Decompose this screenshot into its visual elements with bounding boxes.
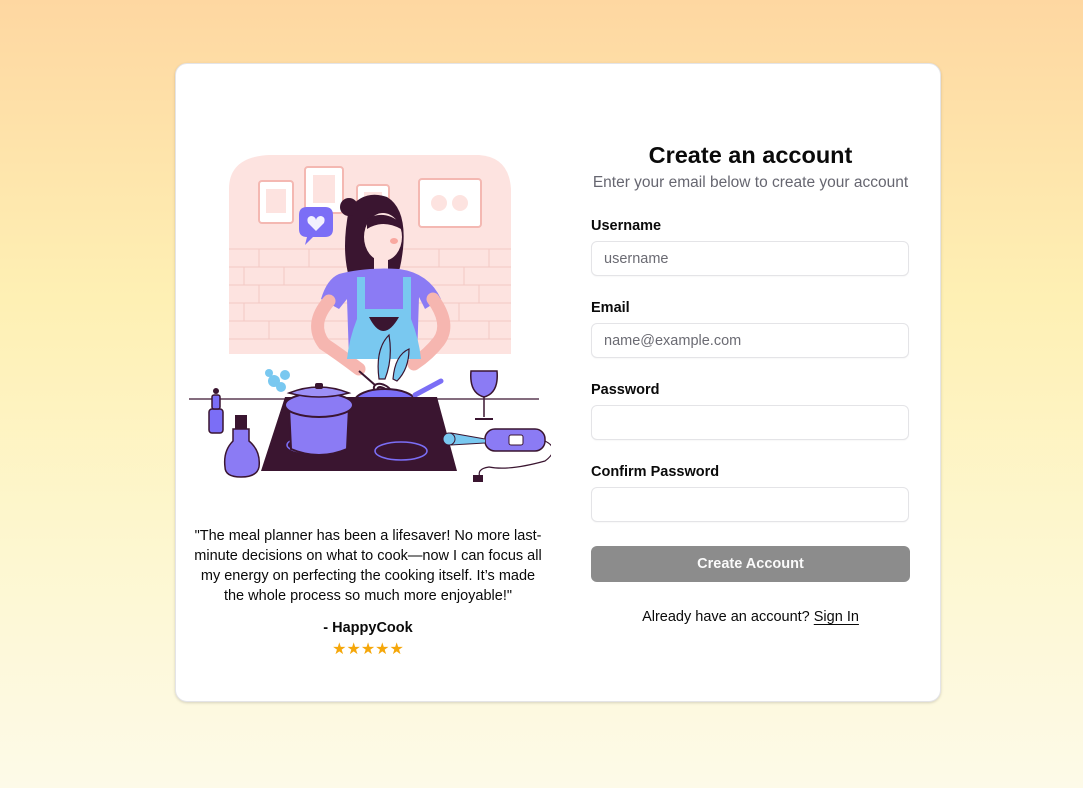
- rating-stars-icon: ★★★★★: [332, 641, 404, 658]
- confirm-password-input[interactable]: [591, 487, 909, 522]
- create-account-button[interactable]: Create Account: [591, 546, 910, 582]
- oil-bottle: [223, 415, 261, 478]
- steam-bubbles: [265, 369, 290, 392]
- testimonial-panel: "The meal planner has been a lifesaver! …: [176, 64, 561, 701]
- signin-link[interactable]: Sign In: [814, 609, 859, 625]
- username-label: Username: [591, 218, 662, 234]
- hand-blender: [442, 428, 551, 482]
- pepper-mill: [208, 388, 224, 434]
- signin-prompt-row: Already have an account? Sign In: [576, 607, 925, 627]
- testimonial-author: - HappyCook: [323, 620, 413, 636]
- email-input[interactable]: [591, 323, 909, 358]
- signin-prompt-text: Already have an account?: [642, 609, 810, 625]
- page-subtitle: Enter your email below to create your ac…: [592, 174, 909, 191]
- cooking-pot: [284, 383, 354, 456]
- cooking-illustration: [189, 155, 551, 482]
- password-label: Password: [591, 382, 660, 398]
- email-label: Email: [591, 300, 630, 316]
- signup-card: "The meal planner has been a lifesaver! …: [175, 63, 941, 702]
- wine-glass: [470, 370, 498, 420]
- confirm-password-label: Confirm Password: [591, 464, 720, 480]
- username-input[interactable]: [591, 241, 909, 276]
- testimonial-quote: "The meal planner has been a lifesaver! …: [194, 528, 542, 604]
- password-input[interactable]: [591, 405, 909, 440]
- signup-form: Create an account Enter your email below…: [576, 64, 940, 701]
- page-title: Create an account: [648, 142, 853, 168]
